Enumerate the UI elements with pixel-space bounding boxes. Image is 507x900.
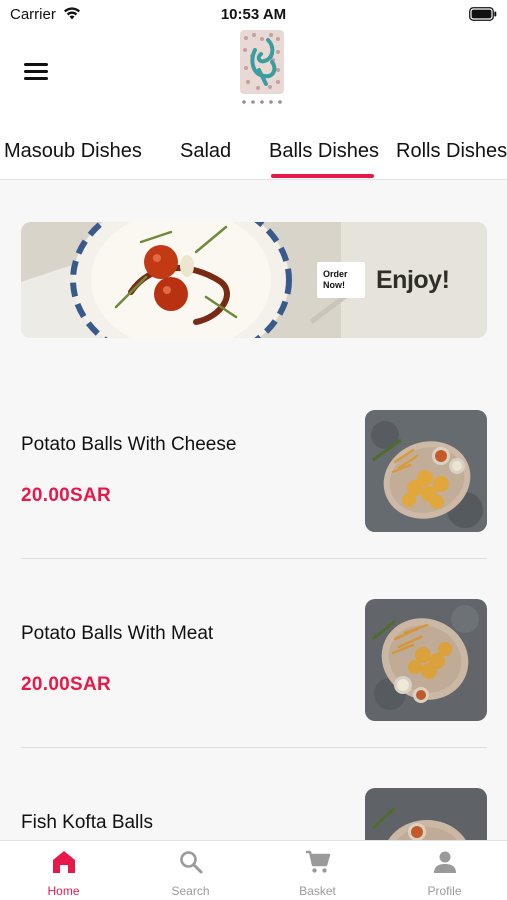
battery-icon: [469, 7, 497, 21]
tab-salad[interactable]: Salad: [180, 140, 231, 163]
tab-masoub-dishes[interactable]: Masoub Dishes: [4, 140, 142, 163]
item-photo: [365, 599, 487, 721]
tab-profile-label: Profile: [427, 884, 462, 898]
menu-item[interactable]: Potato Balls With Meat 20.00SAR: [0, 559, 507, 748]
banner-headline: Enjoy!: [376, 266, 450, 294]
tab-home[interactable]: Home: [0, 841, 127, 900]
tab-search[interactable]: Search: [127, 841, 254, 900]
item-photo: [365, 410, 487, 532]
search-icon: [180, 851, 203, 874]
tab-home-label: Home: [47, 884, 80, 898]
cart-icon: [306, 850, 331, 873]
promo-banner[interactable]: Order Now! Enjoy!: [21, 222, 487, 338]
item-price: 20.00SAR: [21, 485, 112, 506]
order-line2: Now!: [323, 280, 345, 290]
tab-rolls-dishes[interactable]: Rolls Dishes: [396, 140, 507, 163]
tab-balls-dishes[interactable]: Balls Dishes: [269, 140, 379, 163]
tab-basket[interactable]: Basket: [254, 841, 381, 900]
tab-search-label: Search: [171, 884, 210, 898]
app-header: [0, 30, 507, 118]
hamburger-menu-icon[interactable]: [24, 63, 48, 81]
tab-basket-label: Basket: [299, 884, 336, 898]
category-tabs: Masoub Dishes Salad Balls Dishes Rolls D…: [0, 118, 507, 180]
restaurant-logo: [240, 30, 284, 104]
menu-item[interactable]: Potato Balls With Cheese 20.00SAR: [0, 370, 507, 559]
status-bar: Carrier 10:53 AM: [0, 0, 507, 30]
home-icon: [53, 851, 75, 873]
item-name: Potato Balls With Cheese: [21, 434, 237, 455]
order-now-badge[interactable]: Order Now!: [317, 262, 365, 298]
tab-profile[interactable]: Profile: [381, 841, 507, 900]
order-line1: Order: [323, 269, 348, 279]
item-price: 20.00SAR: [21, 674, 112, 695]
item-name: Potato Balls With Meat: [21, 623, 214, 644]
profile-icon: [434, 851, 456, 873]
selected-tab-indicator: [271, 174, 374, 178]
item-name: Fish Kofta Balls: [21, 812, 153, 833]
status-time: 10:53 AM: [220, 6, 287, 23]
bottom-tab-bar: Home Search Basket Profile: [0, 840, 507, 900]
